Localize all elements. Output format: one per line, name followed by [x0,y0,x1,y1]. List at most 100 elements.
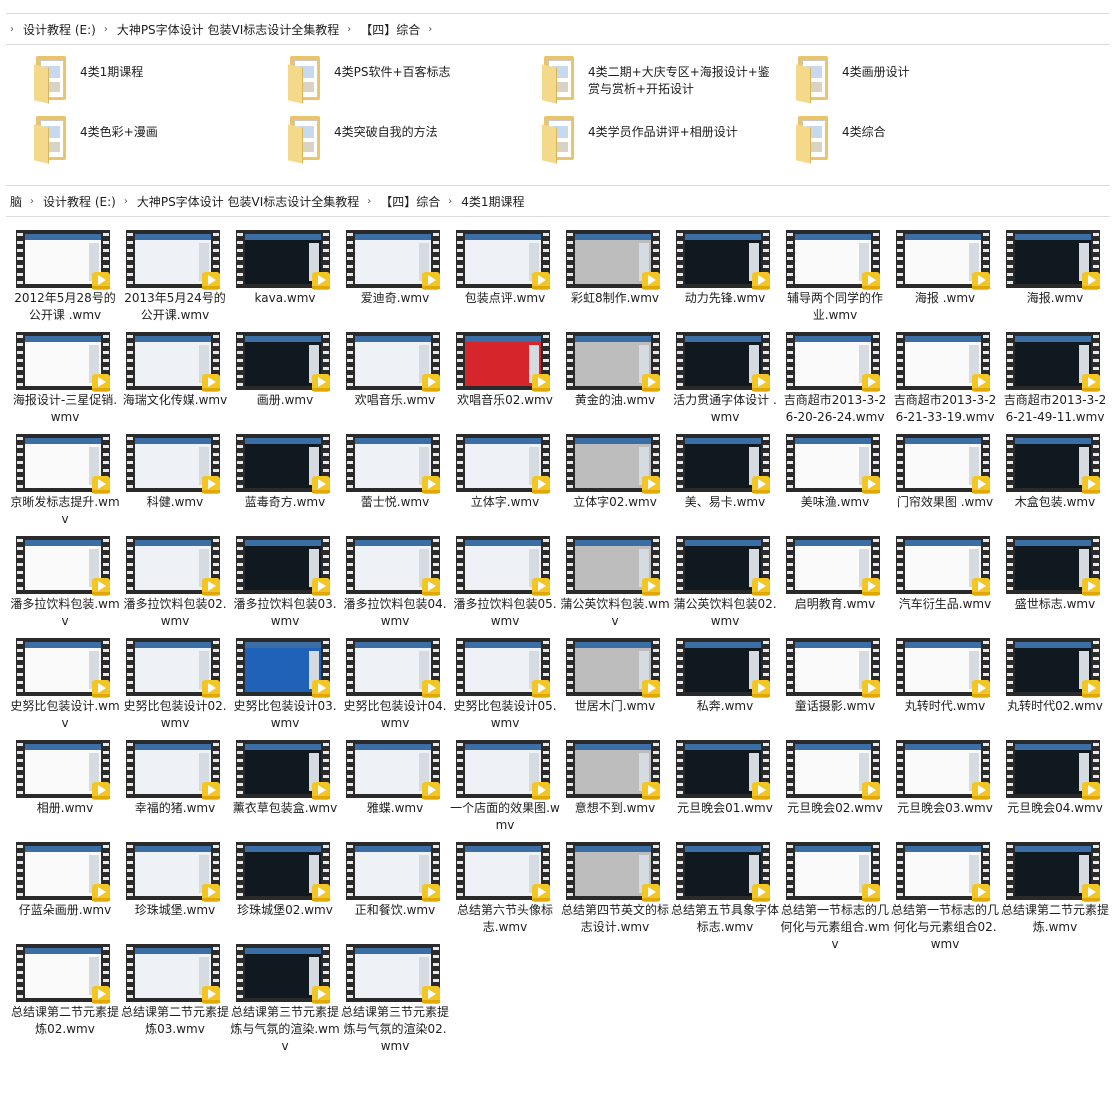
video-file-item[interactable]: 启明教育.wmv [780,534,890,636]
video-file-item[interactable]: 潘多拉饮料包装.wmv [10,534,120,636]
video-file-item[interactable]: 立体字02.wmv [560,432,670,534]
video-file-item[interactable]: 总结第一节标志的几何化与元素组合02.wmv [890,840,1000,951]
folder-item[interactable]: 4类突破自我的方法 [284,116,534,166]
play-badge-icon [862,782,880,800]
video-file-item[interactable]: 欢唱音乐02.wmv [450,330,560,432]
video-file-item[interactable]: 吉商超市2013-3-26-21-33-19.wmv [890,330,1000,432]
video-file-item[interactable]: 薰衣草包装盒.wmv [230,738,340,840]
video-file-item[interactable]: 总结课第二节元素提炼02.wmv [10,942,120,1044]
video-file-item[interactable]: 辅导两个同学的作业.wmv [780,228,890,330]
video-file-item[interactable]: 私奔.wmv [670,636,780,738]
video-file-item[interactable]: 丸转时代02.wmv [1000,636,1110,738]
video-file-item[interactable]: 欢唱音乐.wmv [340,330,450,432]
video-thumbnail-icon [456,536,550,596]
breadcrumb-item[interactable]: 4类1期课程 [461,193,524,210]
breadcrumb-item[interactable]: 【四】综合 [360,21,420,38]
video-thumbnail-icon [1006,230,1100,290]
video-file-item[interactable]: 元旦晚会02.wmv [780,738,890,840]
video-file-item[interactable]: 史努比包装设计02.wmv [120,636,230,738]
video-file-item[interactable]: 雅蝶.wmv [340,738,450,840]
video-file-item[interactable]: 潘多拉饮料包装02.wmv [120,534,230,636]
video-file-item[interactable]: 盛世标志.wmv [1000,534,1110,636]
chevron-right-icon: › [347,23,352,35]
video-file-item[interactable]: 蕾士悦.wmv [340,432,450,534]
video-file-item[interactable]: 珍珠城堡.wmv [120,840,230,942]
play-badge-icon [202,374,220,392]
video-file-item[interactable]: 黄金的油.wmv [560,330,670,432]
folder-item[interactable]: 4类二期+大庆专区+海报设计+鉴赏与赏析+开拓设计 [538,56,788,106]
breadcrumb-item[interactable]: 大神PS字体设计 包装VI标志设计全集教程 [117,21,339,38]
video-file-item[interactable]: 科健.wmv [120,432,230,534]
folder-item[interactable]: 4类综合 [792,116,1042,166]
video-file-item[interactable]: 总结第一节标志的几何化与元素组合.wmv [780,840,890,951]
video-file-item[interactable]: 吉商超市2013-3-26-20-26-24.wmv [780,330,890,432]
video-file-item[interactable]: 动力先锋.wmv [670,228,780,330]
folder-item[interactable]: 4类画册设计 [792,56,1042,106]
video-file-item[interactable]: 史努比包装设计03.wmv [230,636,340,738]
video-file-item[interactable]: 相册.wmv [10,738,120,840]
video-file-item[interactable]: 丸转时代.wmv [890,636,1000,738]
video-file-item[interactable]: 美、易卡.wmv [670,432,780,534]
video-file-item[interactable]: 吉商超市2013-3-26-21-49-11.wmv [1000,330,1110,432]
breadcrumb-item[interactable]: 设计教程 (E:) [23,21,96,38]
video-file-item[interactable]: 元旦晚会01.wmv [670,738,780,840]
video-file-item[interactable]: 总结第四节英文的标志设计.wmv [560,840,670,942]
video-file-item[interactable]: 史努比包装设计05.wmv [450,636,560,738]
video-file-item[interactable]: 总结第六节头像标志.wmv [450,840,560,942]
video-file-item[interactable]: 爱迪奇.wmv [340,228,450,330]
video-file-item[interactable]: 潘多拉饮料包装05.wmv [450,534,560,636]
video-file-item[interactable]: 元旦晚会03.wmv [890,738,1000,840]
video-file-item[interactable]: 童话摄影.wmv [780,636,890,738]
video-file-item[interactable]: 木盒包装.wmv [1000,432,1110,534]
video-file-item[interactable]: 汽车衍生品.wmv [890,534,1000,636]
video-file-item[interactable]: 海瑞文化传媒.wmv [120,330,230,432]
video-file-item[interactable]: 海报 .wmv [890,228,1000,330]
video-file-item[interactable]: 彩虹8制作.wmv [560,228,670,330]
video-file-item[interactable]: 门帘效果图 .wmv [890,432,1000,534]
video-file-item[interactable]: 包装点评.wmv [450,228,560,330]
video-file-item[interactable]: 京晰发标志提升.wmv [10,432,120,534]
video-file-item[interactable]: 幸福的猪.wmv [120,738,230,840]
folder-item[interactable]: 4类PS软件+百客标志 [284,56,534,106]
video-thumbnail-icon [896,740,990,800]
folder-item[interactable]: 4类学员作品讲评+相册设计 [538,116,788,166]
folder-item[interactable]: 4类1期课程 [30,56,280,106]
video-file-item[interactable]: 画册.wmv [230,330,340,432]
video-file-item[interactable]: 史努比包装设计.wmv [10,636,120,738]
video-file-item[interactable]: 蓝毒奇方.wmv [230,432,340,534]
breadcrumb-item[interactable]: 设计教程 (E:) [43,193,116,210]
play-badge-icon [422,578,440,596]
video-file-item[interactable]: 2012年5月28号的公开课 .wmv [10,228,120,330]
video-file-item[interactable]: 一个店面的效果图.wmv [450,738,560,840]
video-file-item[interactable]: 总结课第二节元素提炼03.wmv [120,942,230,1044]
video-file-item[interactable]: 潘多拉饮料包装03.wmv [230,534,340,636]
video-file-item[interactable]: 世居木门.wmv [560,636,670,738]
video-file-item[interactable]: 正和餐饮.wmv [340,840,450,942]
breadcrumb-item[interactable]: 【四】综合 [380,193,440,210]
video-file-item[interactable]: 仔蓝朵画册.wmv [10,840,120,942]
video-file-item[interactable]: 元旦晚会04.wmv [1000,738,1110,840]
video-file-item[interactable]: 海报.wmv [1000,228,1110,330]
video-file-item[interactable]: 蒲公英饮料包装02.wmv [670,534,780,636]
video-file-item[interactable]: 立体字.wmv [450,432,560,534]
video-file-item[interactable]: 总结课第三节元素提炼与气氛的渲染.wmv [230,942,340,1053]
video-file-item[interactable]: 2013年5月24号的公开课.wmv [120,228,230,330]
video-file-item[interactable]: 潘多拉饮料包装04.wmv [340,534,450,636]
folder-item[interactable]: 4类色彩+漫画 [30,116,280,166]
video-file-item[interactable]: 蒲公英饮料包装.wmv [560,534,670,636]
video-file-item[interactable]: 海报设计-三星促销.wmv [10,330,120,432]
video-file-item[interactable]: 总结第五节具象字体标志.wmv [670,840,780,942]
video-file-item[interactable]: kava.wmv [230,228,340,330]
file-name: 海报.wmv [1026,291,1084,305]
breadcrumb-item[interactable]: 脑 [10,193,22,210]
video-file-item[interactable]: 总结课第三节元素提炼与气氛的渲染02.wmv [340,942,450,1053]
video-file-item[interactable]: 活力贯通字体设计 .wmv [670,330,780,432]
video-file-item[interactable]: 珍珠城堡02.wmv [230,840,340,942]
video-file-item[interactable]: 意想不到.wmv [560,738,670,840]
file-name: 史努比包装设计05.wmv [453,699,557,730]
breadcrumb-item[interactable]: 大神PS字体设计 包装VI标志设计全集教程 [137,193,359,210]
video-file-item[interactable]: 美味渔.wmv [780,432,890,534]
folder-icon [538,56,578,104]
video-file-item[interactable]: 总结课第二节元素提炼.wmv [1000,840,1110,942]
video-file-item[interactable]: 史努比包装设计04.wmv [340,636,450,738]
